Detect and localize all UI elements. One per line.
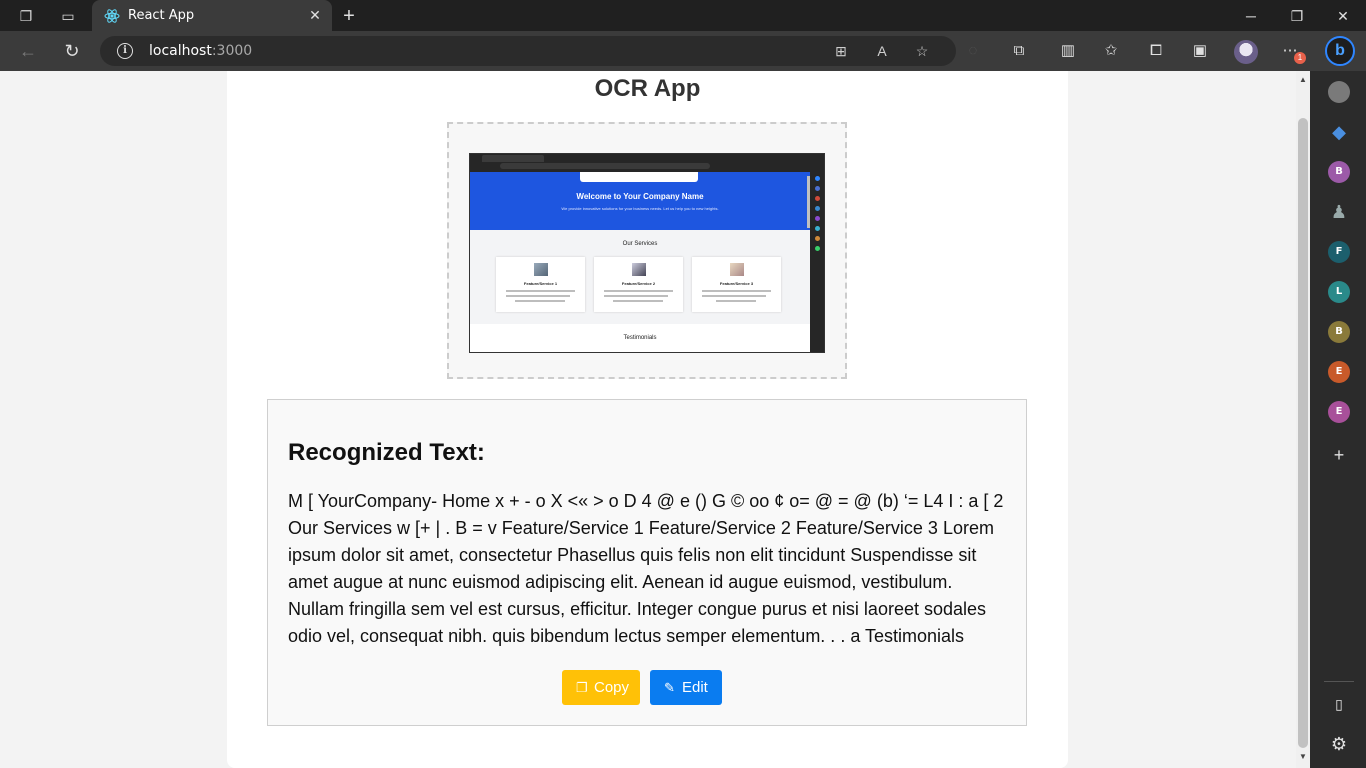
url-text[interactable]: localhost:3000	[149, 43, 252, 59]
scroll-up-icon[interactable]: ▲	[1296, 73, 1310, 87]
sidebar-shopping-icon[interactable]: ◆	[1328, 121, 1350, 143]
app-available-icon[interactable]: ⊞	[832, 42, 850, 60]
new-tab-icon[interactable]: +	[338, 5, 360, 27]
preview-hero: Welcome to Your Company Name We provide …	[470, 172, 810, 230]
page-scrollbar[interactable]: ▲ ▼	[1296, 71, 1310, 768]
site-info-icon[interactable]: i	[117, 43, 133, 59]
split-screen-icon[interactable]: ▥	[1058, 41, 1078, 61]
sidebar-profile-4[interactable]: B	[1328, 321, 1350, 343]
sidebar-settings-icon[interactable]: ⚙	[1328, 733, 1350, 755]
sidebar-search-icon[interactable]	[1328, 81, 1350, 103]
profile-avatar[interactable]	[1234, 40, 1258, 64]
preview-card: Feature/Service 1	[496, 257, 585, 312]
workspaces-icon[interactable]: ❐	[17, 7, 35, 25]
preview-hero-subtitle: We provide innovative solutions for your…	[561, 206, 719, 211]
react-logo-icon	[104, 9, 120, 23]
collections-icon[interactable]: ⧠	[1146, 41, 1166, 61]
preview-services: Our Services Feature/Service 1 Feature/S…	[470, 230, 810, 324]
favorites-icon[interactable]: ✩	[1101, 41, 1121, 61]
refresh-icon[interactable]: ↻	[61, 40, 83, 62]
tracking-icon[interactable]: ◌	[963, 41, 983, 61]
tab-react-app[interactable]: React App ✕	[92, 0, 332, 31]
preview-services-title: Our Services	[622, 241, 658, 247]
address-bar[interactable]: i localhost:3000 ⊞ A ☆	[100, 36, 956, 66]
favorite-star-icon[interactable]: ☆	[913, 42, 931, 60]
edge-sidebar: ◆ B ♟ F L B E E + ▯ ⚙	[1310, 71, 1366, 768]
uploaded-image-preview: Welcome to Your Company Name We provide …	[469, 153, 825, 353]
copy-button-label: Copy	[594, 679, 630, 696]
minimize-icon[interactable]: ─	[1241, 6, 1261, 26]
tab-title: React App	[128, 8, 195, 23]
sidebar-add-icon[interactable]: +	[1328, 444, 1350, 466]
sidebar-profile-3[interactable]: L	[1328, 281, 1350, 303]
browser-titlebar: ❐ ▭ React App ✕ + ─ ❐ ✕	[0, 0, 1366, 31]
recognized-text-body: M [ YourCompany- Home x + - o X <« > o D…	[288, 491, 1004, 646]
edit-icon: ✎	[664, 680, 675, 695]
copilot-icon[interactable]: b	[1325, 36, 1355, 66]
preview-browser-chrome	[470, 154, 824, 172]
preview-testimonials: Testimonials	[470, 324, 810, 352]
read-aloud-icon[interactable]: A	[873, 42, 891, 60]
sidebar-profile-5[interactable]: E	[1328, 361, 1350, 383]
sidebar-profile-6[interactable]: E	[1328, 401, 1350, 423]
tab-close-icon[interactable]: ✕	[306, 6, 324, 24]
back-icon[interactable]: ←	[17, 40, 39, 62]
page-viewport: OCR App Welcome to Your Company Name We …	[0, 71, 1296, 768]
browser-essentials-icon[interactable]: ▣	[1190, 41, 1210, 61]
scroll-down-icon[interactable]: ▼	[1296, 750, 1310, 764]
edit-button[interactable]: ✎ Edit	[650, 670, 722, 705]
sidebar-divider	[1324, 681, 1354, 682]
sidebar-hide-icon[interactable]: ▯	[1328, 693, 1350, 715]
sidebar-games-icon[interactable]: ♟	[1328, 201, 1350, 223]
sidebar-profile-2[interactable]: F	[1328, 241, 1350, 263]
copy-button[interactable]: ❐ Copy	[562, 670, 640, 705]
app-container: OCR App Welcome to Your Company Name We …	[227, 71, 1068, 768]
tab-actions-icon[interactable]: ▭	[59, 7, 77, 25]
window-close-icon[interactable]: ✕	[1333, 6, 1353, 26]
preview-hero-title: Welcome to Your Company Name	[576, 192, 704, 201]
menu-notification-badge: 1	[1294, 52, 1306, 64]
restore-icon[interactable]: ❐	[1287, 6, 1307, 26]
recognized-text-panel: Recognized Text: M [ YourCompany- Home x…	[267, 399, 1027, 726]
extensions-icon[interactable]: ⧉	[1009, 41, 1029, 61]
copy-icon: ❐	[576, 680, 588, 695]
recognized-text-heading: Recognized Text:	[288, 439, 485, 466]
browser-toolbar: ← ↻ i localhost:3000 ⊞ A ☆ ◌ ⧉ ▥ ✩ ⧠ ▣ ⋯	[0, 31, 1366, 71]
sidebar-profile-1[interactable]: B	[1328, 161, 1350, 183]
preview-edge-sidebar	[810, 154, 824, 352]
page-title: OCR App	[594, 75, 701, 102]
scrollbar-thumb[interactable]	[1298, 118, 1308, 748]
image-dropzone[interactable]: Welcome to Your Company Name We provide …	[447, 122, 847, 379]
preview-card: Feature/Service 2	[594, 257, 683, 312]
preview-card: Feature/Service 3	[692, 257, 781, 312]
edit-button-label: Edit	[682, 679, 708, 696]
